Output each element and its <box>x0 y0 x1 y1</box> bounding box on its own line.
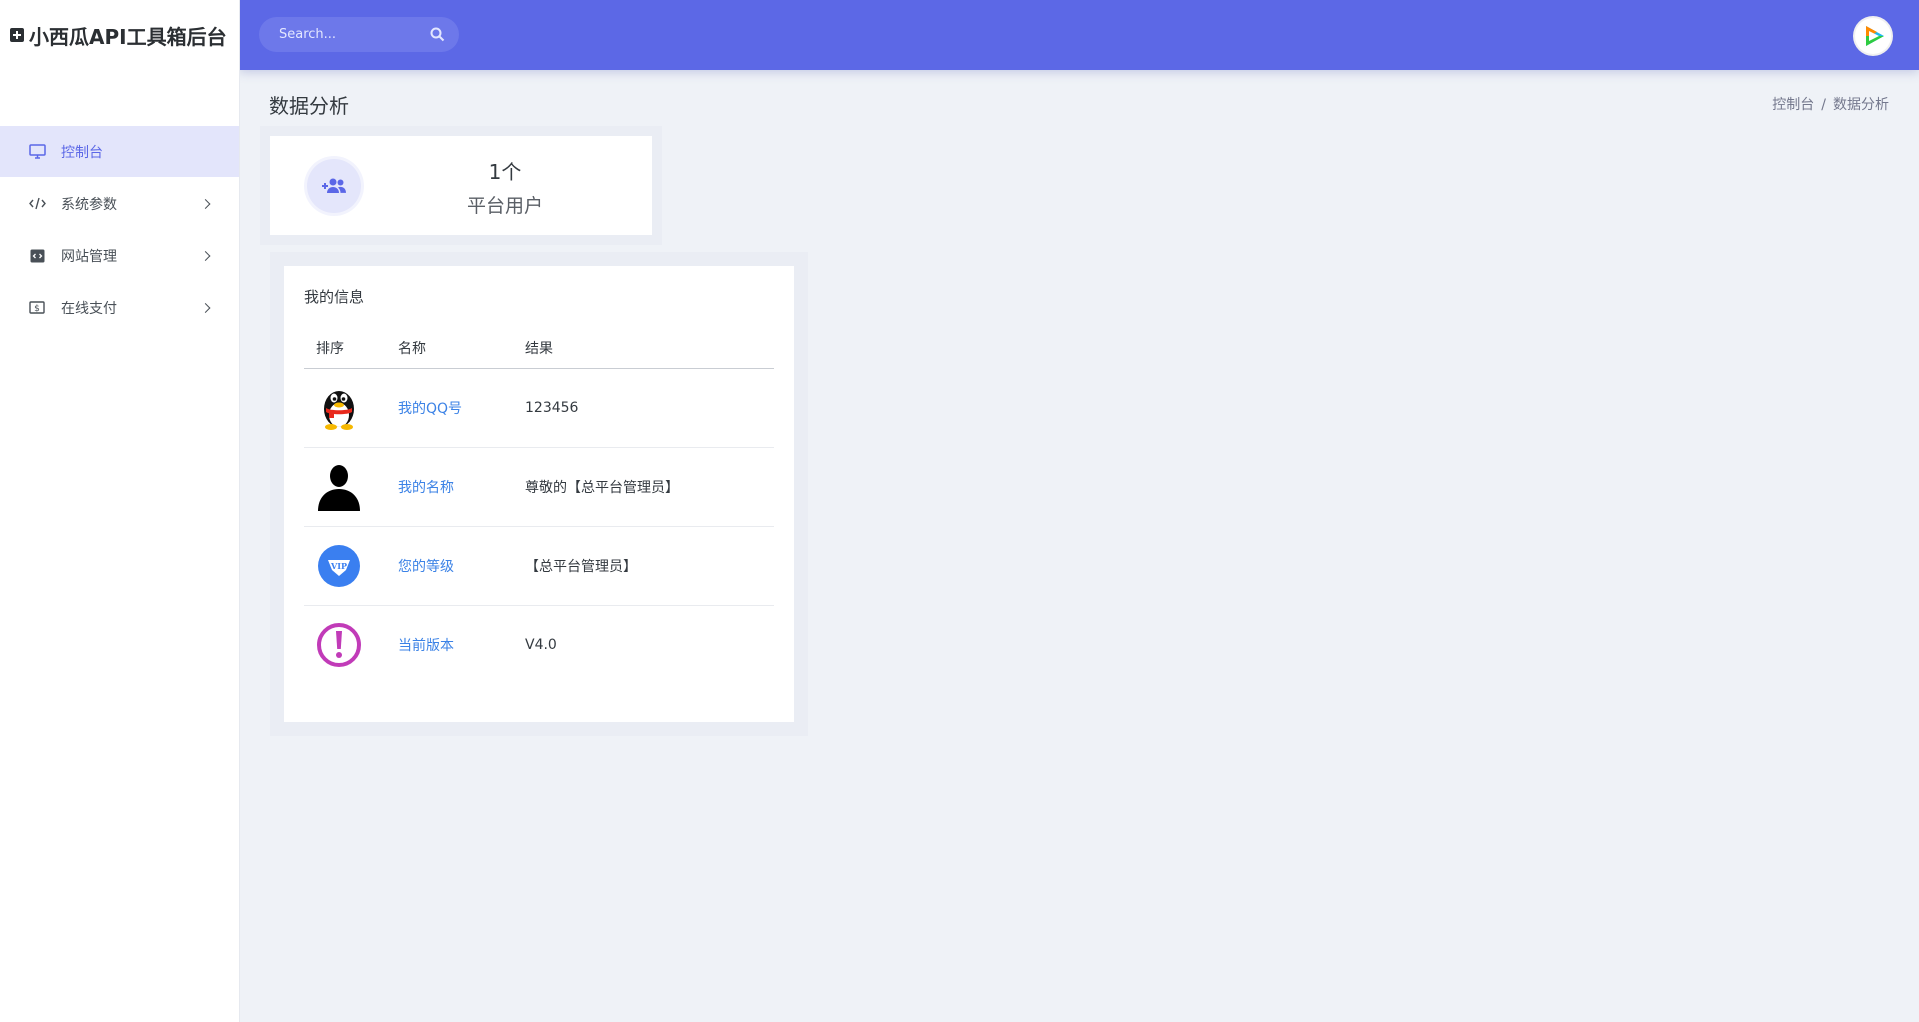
sidebar-item-label: 在线支付 <box>61 300 117 317</box>
table-row: 当前版本 V4.0 <box>304 606 774 685</box>
sidebar-item-label: 控制台 <box>61 144 103 161</box>
sidebar-item-online-payment[interactable]: $ 在线支付 <box>0 282 239 333</box>
stat-icon-circle <box>307 159 361 213</box>
page-title: 数据分析 <box>269 94 349 118</box>
stat-label: 平台用户 <box>466 195 543 217</box>
svg-text:VIP: VIP <box>330 561 347 571</box>
window-code-icon <box>28 247 46 265</box>
table-row: 我的QQ号 123456 <box>304 368 774 448</box>
table-cell-value: 【总平台管理员】 <box>525 526 774 606</box>
search-box <box>259 17 459 52</box>
sidebar-item-site-management[interactable]: 网站管理 <box>0 230 239 281</box>
chevron-right-icon <box>200 198 211 209</box>
breadcrumb: 控制台 / 数据分析 <box>1772 94 1889 114</box>
card-title: 我的信息 <box>304 288 365 306</box>
column-header: 结果 <box>525 328 774 369</box>
info-link-qq[interactable]: 我的QQ号 <box>398 401 462 417</box>
breadcrumb-item-dashboard[interactable]: 控制台 <box>1772 97 1814 113</box>
monitor-icon <box>28 143 46 161</box>
table-cell-icon: VIP <box>304 526 398 606</box>
sidebar: 小西瓜API工具箱后台 控制台 系统参数 网站管理 $ 在线支付 <box>0 0 240 1022</box>
sidebar-item-label: 系统参数 <box>61 196 117 213</box>
table-row: 我的名称 尊敬的【总平台管理员】 <box>304 447 774 527</box>
table-cell-icon <box>304 606 398 685</box>
sidebar-menu: 控制台 系统参数 网站管理 $ 在线支付 <box>0 126 239 333</box>
plus-square-icon <box>10 28 24 42</box>
chevron-right-icon <box>200 250 211 261</box>
column-header: 名称 <box>398 328 525 369</box>
table-row: VIP 您的等级 【总平台管理员】 <box>304 526 774 606</box>
my-info-card: 我的信息 排序 名称 结果 我的QQ号 123456 我的名称 尊敬的【总平台管… <box>284 266 794 722</box>
brand[interactable]: 小西瓜API工具箱后台 <box>0 0 239 70</box>
topbar <box>239 0 1919 70</box>
info-table: 排序 名称 结果 我的QQ号 123456 我的名称 尊敬的【总平台管理员】 V… <box>304 328 774 684</box>
info-link-name[interactable]: 我的名称 <box>398 480 454 496</box>
code-icon <box>28 195 46 213</box>
table-cell-value: 尊敬的【总平台管理员】 <box>525 447 774 527</box>
exclamation-icon <box>316 622 362 668</box>
chevron-right-icon <box>200 302 211 313</box>
dollar-bill-icon: $ <box>28 299 46 317</box>
table-cell-name: 我的名称 <box>398 447 525 527</box>
table-cell-icon <box>304 447 398 527</box>
breadcrumb-item-current: 数据分析 <box>1833 97 1889 113</box>
sidebar-item-dashboard[interactable]: 控制台 <box>0 126 239 177</box>
vip-badge-icon: VIP <box>316 543 362 589</box>
search-input[interactable] <box>259 26 431 43</box>
stat-value: 1个 <box>488 160 522 184</box>
info-link-level[interactable]: 您的等级 <box>398 559 454 575</box>
table-cell-name: 您的等级 <box>398 526 525 606</box>
breadcrumb-separator: / <box>1821 97 1826 113</box>
column-header: 排序 <box>304 328 398 369</box>
stat-card-users: 1个 平台用户 <box>270 136 652 235</box>
app-title: 小西瓜API工具箱后台 <box>29 24 227 49</box>
play-logo-icon <box>1859 22 1887 50</box>
avatar[interactable] <box>1855 18 1891 54</box>
table-cell-icon <box>304 368 398 448</box>
user-add-icon <box>322 178 346 193</box>
table-cell-name: 当前版本 <box>398 606 525 685</box>
table-cell-value: 123456 <box>525 368 774 448</box>
info-link-version[interactable]: 当前版本 <box>398 638 454 654</box>
qq-penguin-icon <box>316 385 362 431</box>
table-cell-value: V4.0 <box>525 637 557 653</box>
search-icon[interactable] <box>430 27 445 46</box>
sidebar-item-label: 网站管理 <box>61 248 117 265</box>
svg-text:$: $ <box>34 304 40 314</box>
table-header-row: 排序 名称 结果 <box>304 328 774 369</box>
sidebar-item-system-params[interactable]: 系统参数 <box>0 178 239 229</box>
table-cell-name: 我的QQ号 <box>398 368 525 448</box>
user-silhouette-icon <box>316 464 362 511</box>
